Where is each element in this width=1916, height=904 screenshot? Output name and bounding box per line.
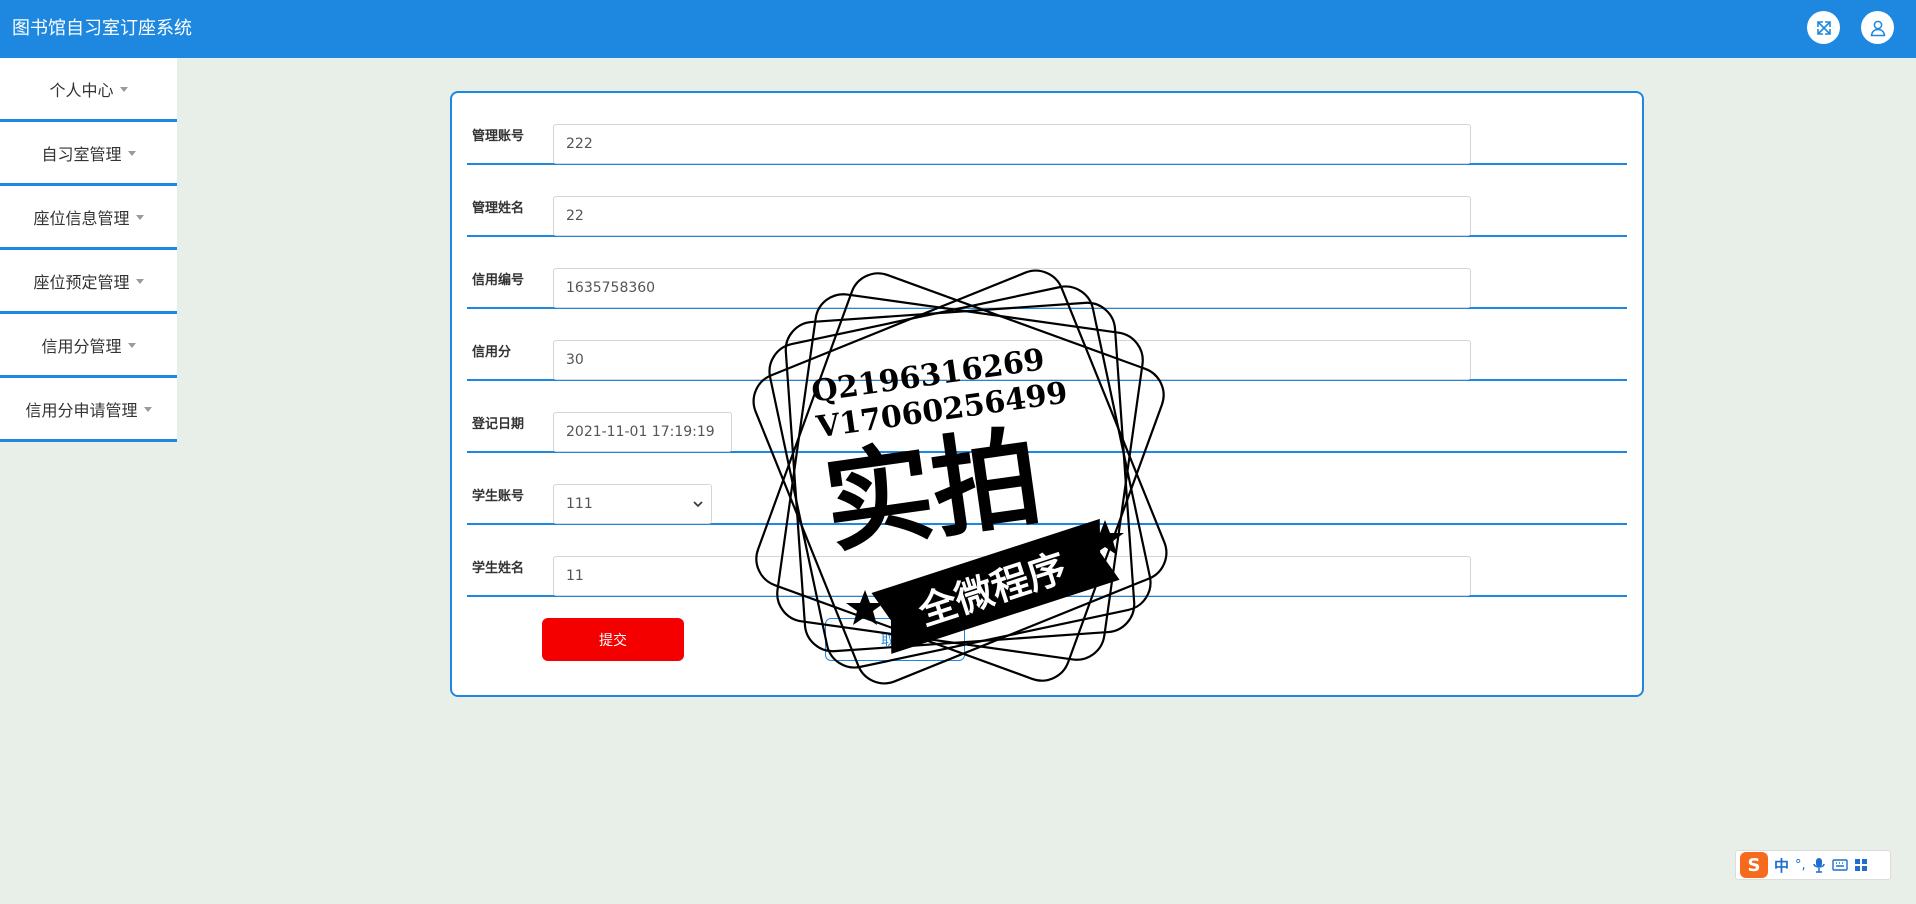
- submit-button[interactable]: 提交: [542, 618, 684, 661]
- form-panel: 管理账号 管理姓名 信用编号 信用分 登记日期 学生账号 111 学生姓名 提交…: [450, 91, 1644, 697]
- sidebar-item-label: 信用分申请管理: [25, 400, 138, 420]
- credit-score-input[interactable]: [553, 340, 1471, 380]
- form-row-admin-name: 管理姓名: [467, 165, 1627, 237]
- field-label: 信用分: [472, 345, 512, 360]
- form-row-credit-score: 信用分: [467, 309, 1627, 381]
- sidebar-item-label: 信用分管理: [41, 336, 122, 356]
- user-menu-button[interactable]: [1861, 11, 1894, 44]
- cancel-button[interactable]: 取消: [825, 618, 965, 661]
- sidebar-item-credit-application[interactable]: 信用分申请管理: [0, 378, 177, 442]
- user-icon: [1870, 20, 1885, 36]
- form-row-credit-number: 信用编号: [467, 237, 1627, 309]
- ime-toolbar[interactable]: S 中 °,: [1735, 850, 1891, 880]
- caret-down-icon: [127, 151, 136, 156]
- admin-name-input[interactable]: [553, 196, 1471, 236]
- caret-down-icon: [143, 407, 152, 412]
- form-row-student-account: 学生账号 111: [467, 453, 1627, 525]
- field-label: 登记日期: [472, 417, 525, 432]
- field-label: 学生账号: [472, 489, 525, 504]
- form-row-admin-account: 管理账号: [467, 93, 1627, 165]
- sidebar-item-label: 自习室管理: [41, 144, 122, 164]
- ime-language-toggle[interactable]: 中: [1774, 855, 1789, 876]
- caret-down-icon: [119, 87, 128, 92]
- microphone-icon[interactable]: [1812, 857, 1826, 873]
- sidebar: 个人中心 自习室管理 座位信息管理 座位预定管理 信用分管理 信用分申请管理: [0, 58, 177, 442]
- sidebar-item-personal-center[interactable]: 个人中心: [0, 58, 177, 122]
- selected-value: 111: [566, 496, 593, 512]
- sidebar-item-label: 座位信息管理: [33, 208, 130, 228]
- field-label: 信用编号: [472, 273, 525, 288]
- field-label: 管理账号: [472, 129, 525, 144]
- top-header: 图书馆自习室订座系统: [0, 0, 1916, 58]
- fullscreen-button[interactable]: [1807, 11, 1840, 44]
- sidebar-item-study-room[interactable]: 自习室管理: [0, 122, 177, 186]
- sidebar-item-seat-info[interactable]: 座位信息管理: [0, 186, 177, 250]
- ime-punctuation-toggle[interactable]: °,: [1795, 858, 1806, 873]
- ime-logo[interactable]: S: [1740, 852, 1768, 878]
- credit-number-input[interactable]: [553, 268, 1471, 308]
- form-row-student-name: 学生姓名: [467, 525, 1627, 597]
- student-name-input[interactable]: [553, 556, 1471, 596]
- admin-account-input[interactable]: [553, 124, 1471, 164]
- field-label: 学生姓名: [472, 561, 525, 576]
- form-row-register-date: 登记日期: [467, 381, 1627, 453]
- chevron-down-icon: [693, 501, 703, 508]
- sidebar-item-label: 座位预定管理: [33, 272, 130, 292]
- grid-icon[interactable]: [1854, 858, 1868, 872]
- sidebar-item-seat-reservation[interactable]: 座位预定管理: [0, 250, 177, 314]
- sidebar-item-label: 个人中心: [49, 80, 114, 100]
- app-title: 图书馆自习室订座系统: [12, 18, 192, 39]
- keyboard-icon[interactable]: [1831, 858, 1848, 872]
- register-date-input[interactable]: [553, 412, 732, 452]
- student-account-select[interactable]: 111: [553, 484, 712, 524]
- field-label: 管理姓名: [472, 201, 525, 216]
- caret-down-icon: [135, 279, 144, 284]
- caret-down-icon: [135, 215, 144, 220]
- expand-arrows-icon: [1816, 20, 1831, 35]
- sidebar-item-credit-score[interactable]: 信用分管理: [0, 314, 177, 378]
- caret-down-icon: [127, 343, 136, 348]
